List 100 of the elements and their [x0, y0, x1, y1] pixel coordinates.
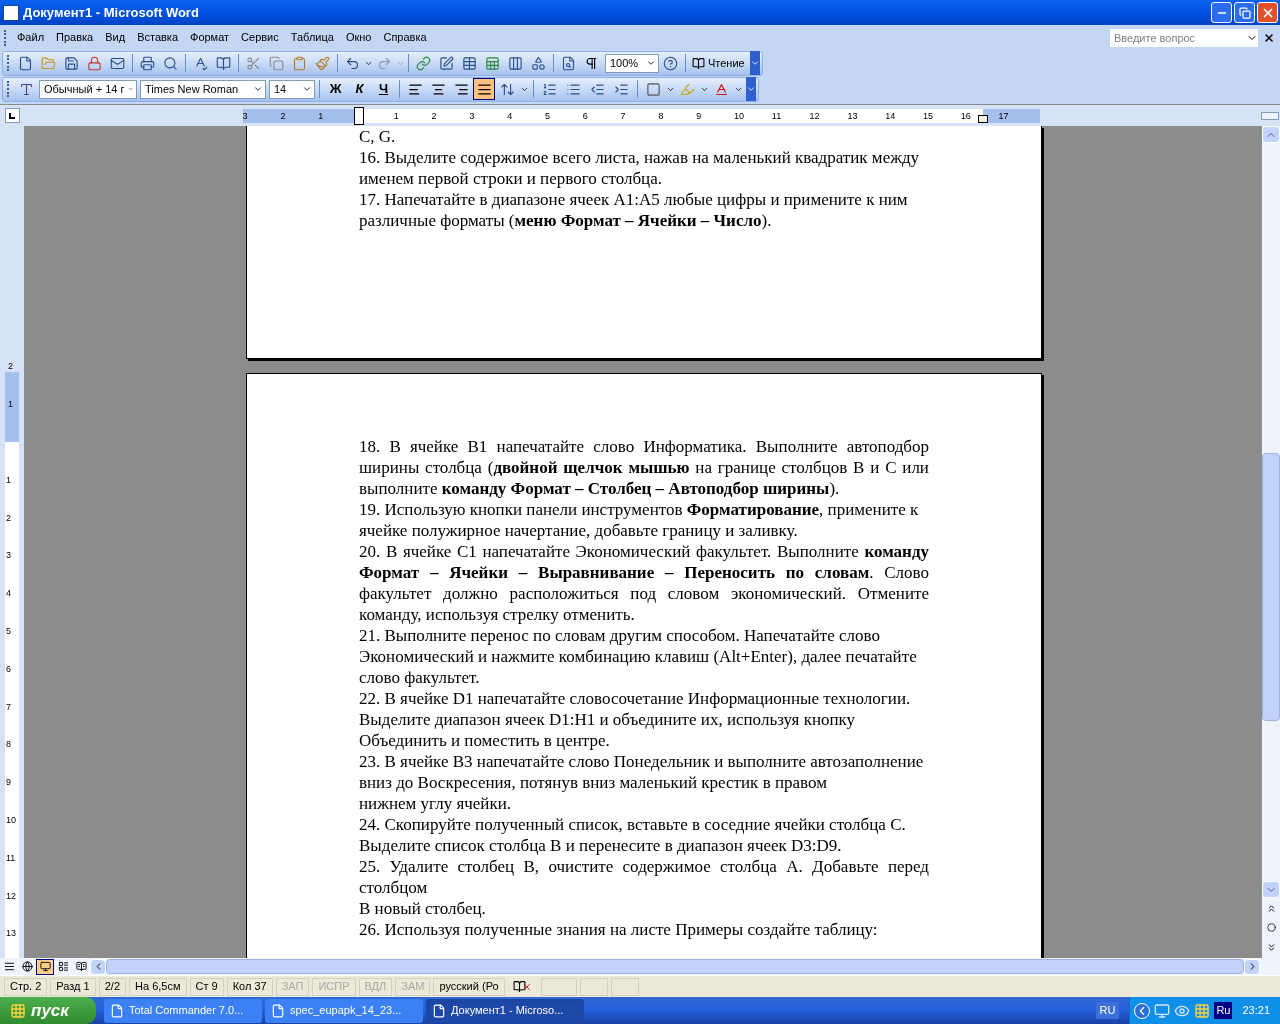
network-icon[interactable] — [1154, 1002, 1171, 1019]
scroll-thumb[interactable] — [1262, 453, 1280, 721]
italic-button[interactable]: К — [348, 78, 371, 100]
ruler-number: 3 — [6, 550, 11, 561]
document-paragraph: 21. Выполните перенос по словам другим способом. Напечатайте слово Экономический и нажмите комбинацию клавиш (Alt+Enter), далее печатайте слово факультет. — [359, 625, 918, 688]
email-icon — [110, 55, 125, 71]
app-icon — [432, 1003, 446, 1018]
ruler-number: 1 — [393, 109, 399, 122]
menu-item[interactable]: Вставка — [131, 29, 184, 46]
cut-icon — [246, 55, 261, 71]
bold-button[interactable]: Ж — [324, 78, 347, 100]
print-icon — [140, 55, 155, 71]
ruler-number: 6 — [6, 663, 11, 674]
underline-button[interactable]: Ч — [372, 78, 395, 100]
status-field: ВДЛ — [358, 977, 393, 996]
document-paragraph: нижнем углу ячейки. — [359, 793, 513, 814]
ruler-number: 4 — [6, 588, 11, 599]
ruler-number: 11 — [771, 109, 782, 122]
ruler-number: 9 — [696, 109, 702, 122]
status-panel — [540, 977, 577, 996]
ruler-number: 2 — [431, 109, 437, 122]
toolbar-options-icon[interactable] — [749, 51, 760, 75]
ruler-number: 13 — [6, 928, 16, 939]
numbering-icon — [542, 81, 557, 97]
ruler-number: 5 — [545, 109, 550, 122]
taskbar-button[interactable]: Total Commander 7.0... — [104, 998, 262, 1023]
ruler-number: 12 — [6, 890, 16, 901]
right-indent-marker-icon[interactable] — [978, 114, 988, 123]
help-search-field[interactable]: Введите вопрос — [1110, 28, 1246, 47]
normal-view-icon — [3, 961, 15, 972]
taskbar-button[interactable]: Документ1 - Microso... — [426, 998, 584, 1023]
menu-item[interactable]: Окно — [339, 29, 378, 46]
document-paragraph: 25. Удалите столбец B, очистите содержимое столбца А. Добавьте перед столбцом — [359, 856, 929, 898]
menu-item[interactable]: Вид — [99, 29, 132, 46]
ruler-number: 10 — [6, 815, 16, 825]
status-panel — [579, 977, 608, 996]
drawing-icon — [531, 55, 546, 71]
ruler-number: 1 — [6, 474, 11, 485]
status-field: ЗАМ — [395, 977, 431, 996]
spelling-icon — [193, 55, 208, 71]
outline-view-icon — [57, 961, 69, 972]
book-icon — [692, 56, 705, 70]
menu-item[interactable]: Формат — [184, 29, 236, 46]
menu-item[interactable]: Таблица — [284, 29, 340, 46]
style-dropdown[interactable]: Обычный + 14 г — [39, 79, 137, 99]
document-paragraph: 26. Используя полученные знания на листе Примеры создайте таблицу: — [359, 919, 879, 940]
language-indicator[interactable]: RU — [1095, 1002, 1120, 1019]
taskbar-button[interactable]: spec_eupapk_14_23... — [265, 998, 423, 1023]
app-icon — [271, 1003, 285, 1018]
restore-icon — [1238, 6, 1251, 19]
app-icon — [110, 1003, 124, 1018]
scroll-right-button[interactable] — [1244, 958, 1260, 975]
hyperlink-icon — [416, 55, 431, 71]
document-paragraph: C, G. — [359, 126, 397, 147]
status-field: Разд 1 — [50, 977, 96, 996]
font-dropdown[interactable]: Times New Roman — [140, 79, 266, 99]
status-field: Кол 37 — [226, 977, 273, 996]
ruler-number: 6 — [582, 109, 588, 122]
reading-view-icon — [75, 961, 87, 972]
status-field: На 6,5см — [129, 977, 187, 996]
ruler-number: 2 — [8, 361, 13, 372]
justify-icon — [476, 81, 492, 97]
insert-table-icon — [462, 55, 477, 71]
menu-item[interactable]: Сервис — [235, 29, 285, 46]
menu-item[interactable]: Файл — [11, 29, 51, 46]
font-size-dropdown[interactable]: 14 — [269, 79, 315, 99]
horizontal-scroll-thumb[interactable] — [106, 959, 1244, 974]
print-layout-icon — [39, 961, 51, 972]
help-icon — [663, 55, 678, 71]
new-document-icon — [18, 55, 33, 71]
document-paragraph: 18. В ячейке B1 напечатайте слово Информатика. Выполните автоподбор ширины столбца (двойной щелчок мышью на границе столбцов B и C или выполните команду Формат – Столбец – Автоподбор ширины). — [359, 436, 929, 499]
scroll-up-button[interactable] — [1262, 126, 1280, 143]
print-layout-button[interactable] — [36, 958, 54, 975]
paste-icon — [292, 55, 307, 71]
show-hidden-icons-icon[interactable] — [1134, 1002, 1151, 1019]
close-button[interactable] — [1257, 2, 1278, 23]
ruler-number: 17 — [998, 109, 1009, 122]
minimize-button[interactable] — [1211, 2, 1232, 23]
indent-marker-icon[interactable] — [354, 106, 364, 125]
zoom-dropdown[interactable]: 100% — [605, 53, 659, 73]
tab-selector-icon[interactable] — [5, 108, 20, 123]
ruler-number: 14 — [885, 109, 896, 122]
keyboard-layout-indicator[interactable]: Ru — [1214, 1002, 1233, 1019]
restore-button[interactable] — [1234, 2, 1255, 23]
ruler-number: 10 — [734, 109, 744, 122]
ruler-number: 4 — [507, 109, 513, 122]
clock: 23:21 — [1242, 1003, 1270, 1019]
status-field: ЗАП — [275, 977, 310, 996]
menu-item[interactable]: Правка — [50, 29, 100, 46]
ruler-number: 12 — [809, 109, 820, 122]
menu-item[interactable]: Справка — [377, 29, 433, 46]
ruler-number: 7 — [6, 701, 11, 712]
browse-object-icon[interactable] — [1266, 923, 1276, 933]
close-icon[interactable] — [1263, 31, 1275, 44]
justify-button[interactable] — [473, 78, 495, 100]
bullets-icon — [566, 81, 581, 97]
vertical-scrollbar[interactable] — [1262, 126, 1280, 958]
split-box[interactable] — [1261, 111, 1279, 120]
reading-button[interactable]: Чтение — [689, 54, 748, 72]
align-right-icon — [453, 81, 469, 97]
